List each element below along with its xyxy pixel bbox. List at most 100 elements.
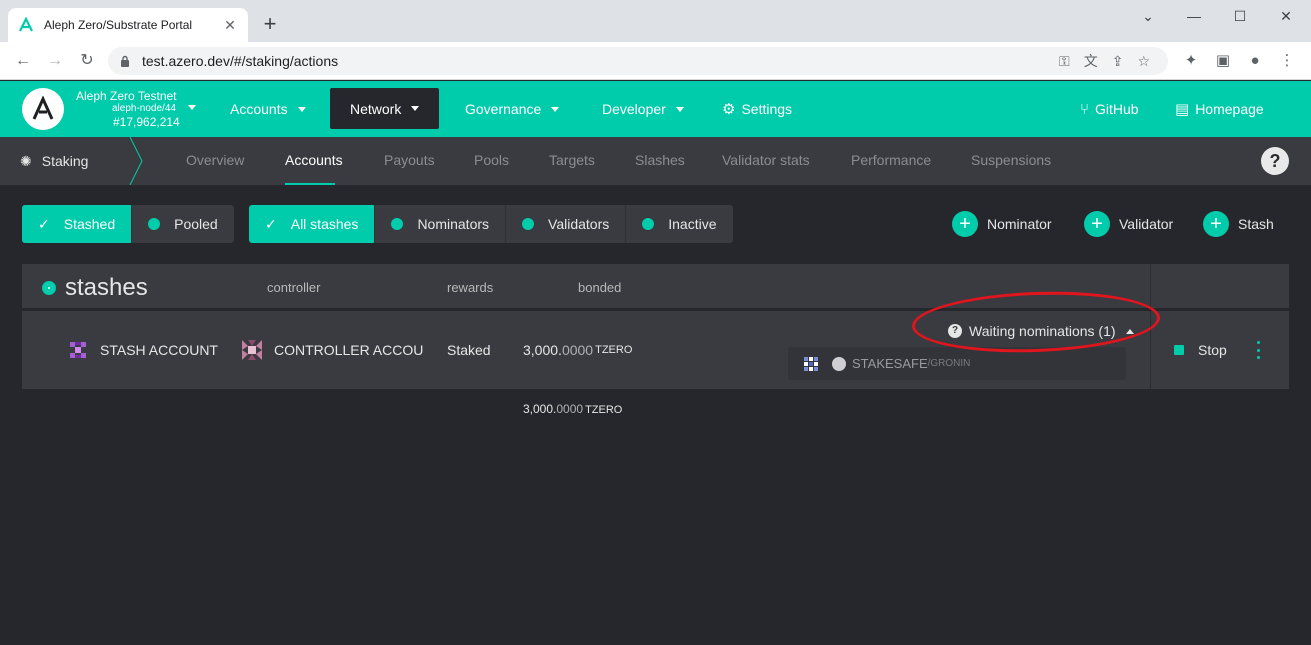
bonded-int: 3,000. — [523, 342, 562, 358]
app-header: Aleph Zero Testnet aleph-node/44 #17,962… — [0, 81, 1311, 137]
address-bar[interactable]: test.azero.dev/#/staking/actions ⚿ 文 ⇪ ☆ — [108, 47, 1168, 75]
menu-github[interactable]: ⑂ GitHub — [1080, 81, 1139, 137]
menu-accounts-label: Accounts — [230, 101, 288, 117]
stop-button[interactable]: Stop — [1174, 311, 1227, 389]
browser-menu-icon[interactable]: ⋮ — [1276, 50, 1298, 72]
filter-nominators-label: Nominators — [417, 216, 490, 232]
nominee-entry[interactable]: STAKESAFE/GRONIN — [788, 347, 1126, 380]
menu-homepage-label: Homepage — [1195, 101, 1264, 117]
tab-performance[interactable]: Performance — [851, 137, 931, 185]
filter-stashed-label: Stashed — [63, 216, 116, 232]
dot-icon — [522, 218, 535, 230]
total-unit: TZERO — [585, 404, 623, 416]
key-icon[interactable]: ⚿ — [1059, 53, 1070, 70]
share-icon[interactable]: ⇪ — [1112, 53, 1124, 70]
menu-settings[interactable]: ⚙ Settings — [722, 81, 792, 137]
stash-identicon-icon — [68, 340, 88, 360]
chain-selector[interactable]: Aleph Zero Testnet aleph-node/44 #17,962… — [76, 89, 180, 129]
filter-validators-button[interactable]: Validators — [506, 205, 627, 243]
aleph-logo-icon[interactable] — [22, 88, 64, 130]
menu-network[interactable]: Network — [330, 88, 440, 129]
total-int: 3,000. — [523, 402, 557, 416]
chevron-down-icon — [411, 106, 420, 111]
table-title-label: stashes — [65, 274, 148, 301]
bonded-amount: 3,000. 0000 TZERO — [523, 311, 632, 389]
plus-icon: + — [1084, 211, 1110, 237]
tab-payouts[interactable]: Payouts — [384, 137, 435, 185]
row-menu-icon[interactable] — [1254, 341, 1262, 359]
stash-account[interactable]: STASH ACCOUNT — [68, 311, 218, 389]
browser-tab[interactable]: Aleph Zero/Substrate Portal ✕ — [8, 8, 248, 42]
plus-icon: + — [952, 211, 978, 237]
sidepanel-icon[interactable]: ▣ — [1212, 50, 1234, 72]
chevron-down-icon[interactable]: ⌄ — [1125, 0, 1171, 32]
tab-suspensions[interactable]: Suspensions — [971, 137, 1051, 185]
tab-pools[interactable]: Pools — [474, 137, 509, 185]
check-icon: ✓ — [265, 215, 277, 232]
stash-type-filter: ✓ Stashed Pooled — [22, 205, 234, 243]
minimize-icon[interactable]: — — [1171, 0, 1217, 32]
help-icon[interactable]: ? — [1261, 147, 1289, 175]
identity-link-icon — [832, 356, 846, 371]
filter-stashed-button[interactable]: ✓ Stashed — [22, 205, 133, 243]
new-tab-button[interactable]: + — [258, 12, 282, 36]
filter-pooled-button[interactable]: Pooled — [132, 205, 234, 243]
staking-subnav: ✺ Staking Overview Accounts Payouts Pool… — [0, 137, 1311, 185]
menu-homepage[interactable]: ▤ Homepage — [1175, 81, 1264, 137]
close-window-icon[interactable]: ✕ — [1263, 0, 1309, 32]
star-icon[interactable]: ☆ — [1137, 53, 1150, 70]
tab-validator-stats[interactable]: Validator stats — [722, 137, 810, 185]
forward-icon[interactable]: → — [44, 50, 66, 72]
filter-inactive-label: Inactive — [668, 216, 717, 232]
controller-account[interactable]: CONTROLLER ACCOU — [242, 311, 423, 389]
section-title: ✺ Staking — [20, 137, 88, 185]
add-nominator-button[interactable]: + Nominator — [952, 205, 1052, 243]
menu-github-label: GitHub — [1095, 101, 1139, 117]
chevron-down-icon[interactable] — [188, 105, 196, 110]
menu-accounts[interactable]: Accounts — [230, 81, 306, 137]
controller-identicon-icon — [242, 340, 262, 360]
block-number: #17,962,214 — [113, 115, 180, 129]
stop-icon — [1174, 345, 1184, 355]
tab-targets[interactable]: Targets — [549, 137, 595, 185]
add-stash-button[interactable]: + Stash — [1203, 205, 1274, 243]
book-icon: ▤ — [1175, 101, 1190, 118]
menu-governance[interactable]: Governance — [465, 81, 560, 137]
extensions-icon[interactable]: ✦ — [1180, 50, 1202, 72]
profile-avatar-icon[interactable]: ● — [1244, 50, 1266, 72]
stash-role-filter: ✓ All stashes Nominators Validators Inact… — [249, 205, 733, 243]
back-icon[interactable]: ← — [12, 50, 34, 72]
chain-name: Aleph Zero Testnet — [76, 89, 177, 103]
tab-accounts[interactable]: Accounts — [285, 137, 343, 185]
tab-slashes[interactable]: Slashes — [635, 137, 685, 185]
browser-tab-strip: Aleph Zero/Substrate Portal ✕ + ⌄ — ☐ ✕ — [0, 0, 1311, 42]
menu-developer[interactable]: Developer — [602, 81, 684, 137]
reload-icon[interactable]: ↻ — [76, 50, 98, 72]
tab-overview[interactable]: Overview — [186, 137, 244, 185]
add-nominator-label: Nominator — [987, 216, 1052, 232]
url-text: test.azero.dev/#/staking/actions — [142, 53, 339, 69]
translate-icon[interactable]: 文 — [1084, 51, 1098, 71]
dot-icon — [391, 218, 404, 230]
nominee-identicon-icon — [802, 354, 820, 373]
plus-icon: + — [1203, 211, 1229, 237]
menu-developer-label: Developer — [602, 101, 666, 117]
filter-all-stashes-button[interactable]: ✓ All stashes — [249, 205, 376, 243]
aleph-favicon-icon — [19, 17, 33, 32]
status-dot-icon — [42, 281, 56, 295]
stash-account-name: STASH ACCOUNT — [100, 342, 218, 358]
gear-icon: ⚙ — [722, 101, 736, 118]
add-validator-button[interactable]: + Validator — [1084, 205, 1173, 243]
filter-inactive-button[interactable]: Inactive — [626, 205, 733, 243]
dot-icon — [642, 218, 655, 230]
menu-network-label: Network — [350, 100, 402, 117]
add-stash-label: Stash — [1238, 216, 1274, 232]
total-dec: 0000 — [556, 402, 584, 416]
close-tab-icon[interactable]: ✕ — [222, 17, 238, 34]
chevron-down-icon — [551, 106, 560, 112]
maximize-icon[interactable]: ☐ — [1217, 0, 1263, 32]
filter-nominators-button[interactable]: Nominators — [375, 205, 507, 243]
nominee-name: STAKESAFE — [852, 356, 928, 371]
column-rewards: rewards — [447, 280, 494, 295]
section-label: Staking — [41, 153, 89, 169]
